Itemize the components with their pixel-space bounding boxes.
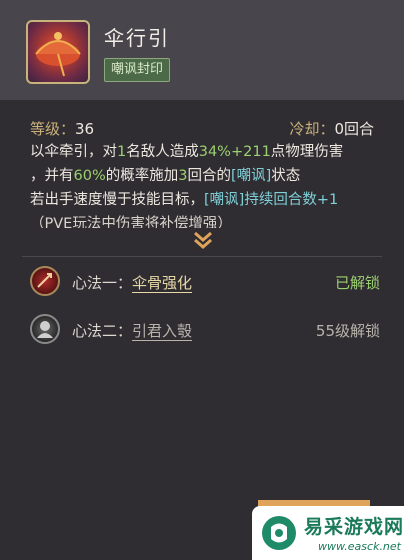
desc-line-3: 若出手速度慢于技能目标，[嘲讽]持续回合数+1 [30, 192, 339, 208]
heart-method-2[interactable]: 心法二：引君入彀 55级解锁 [30, 312, 380, 348]
cooldown-label: 冷却： [289, 120, 335, 138]
watermark: 易采游戏网 www.easck.net [252, 506, 404, 560]
watermark-title: 易采游戏网 [304, 516, 404, 538]
level-label: 等级： [30, 120, 76, 138]
heart-method-1[interactable]: 心法一：伞骨强化 已解锁 [30, 264, 380, 300]
level-info: 等级：36 [30, 118, 94, 139]
skill-description: 以伞牵引，对1名敌人造成34%+211点物理伤害 ，并有60%的概率施加3回合的… [30, 140, 390, 228]
cooldown-info: 冷却：0回合 [289, 118, 374, 139]
umbrella-skill-icon [26, 20, 90, 84]
chevron-down-icon[interactable] [192, 230, 214, 250]
skill-name: 伞行引 [104, 26, 170, 50]
watermark-url: www.easck.net [318, 540, 401, 553]
skill-tag-badge: 嘲讽封印 [104, 58, 171, 82]
level-value: 36 [75, 120, 95, 138]
section-divider [22, 256, 382, 257]
heart-1-status: 已解锁 [334, 274, 380, 292]
heart-2-status: 55级解锁 [315, 322, 380, 340]
heart-2-label: 心法二： [72, 322, 133, 340]
desc-line-4: （PVE玩法中伤害将补偿增强） [30, 216, 232, 228]
heart-2-name[interactable]: 引君入彀 [132, 322, 192, 340]
gray-portrait-icon [30, 314, 60, 344]
red-emblem-icon [30, 266, 60, 296]
desc-line-1: 以伞牵引，对1名敌人造成34%+211点物理伤害 [30, 144, 344, 160]
heart-1-label: 心法一： [72, 274, 133, 292]
skill-header: 伞行引 嘲讽封印 [0, 0, 404, 100]
cooldown-value: 0回合 [334, 120, 374, 138]
desc-line-2: ，并有60%的概率施加3回合的[嘲讽]状态 [30, 168, 301, 184]
site-logo-icon [262, 516, 296, 550]
heart-1-name[interactable]: 伞骨强化 [132, 274, 192, 292]
